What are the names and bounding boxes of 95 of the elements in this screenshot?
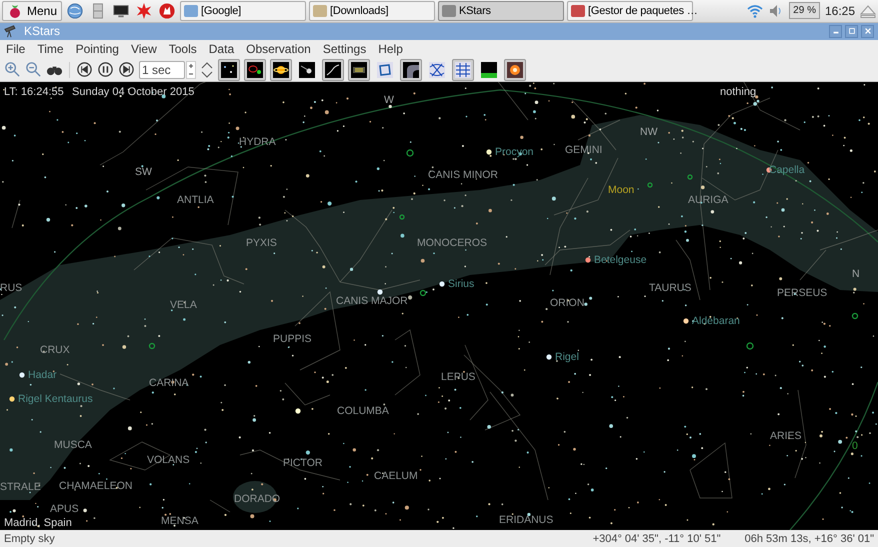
compass-label: N — [852, 268, 860, 280]
equatorial-coordinates: 06h 53m 13s, +16° 36' 01" — [744, 532, 874, 545]
constellation-label: LEPUS — [441, 371, 476, 384]
starburst-icon[interactable] — [136, 2, 152, 19]
constellation-label: MUSCA — [54, 439, 92, 452]
plus-minus-icon[interactable] — [186, 60, 196, 79]
constellation-label: PERSEUS — [777, 287, 828, 300]
constellation-label: DORADO — [234, 493, 280, 506]
horizontal-coordinates: +304° 04' 35", -11° 10' 51" — [592, 532, 721, 545]
planet-label: Moon — [608, 184, 634, 196]
constellation-label: CANIS MINOR — [428, 169, 498, 182]
zoom-in-icon[interactable] — [4, 61, 21, 78]
constellation-label: CARINA — [149, 377, 189, 390]
window-title: KStars — [24, 24, 60, 38]
menu-item[interactable]: Help — [378, 42, 403, 56]
toggle-button[interactable] — [400, 58, 422, 81]
constellation-label: VELA — [170, 299, 197, 312]
star-label: Procyon — [495, 146, 534, 158]
time-step-field[interactable]: 1 sec — [139, 60, 185, 79]
toggle-button[interactable] — [348, 58, 370, 81]
maximize-button[interactable] — [845, 24, 858, 38]
constellation-label: PUPPIS — [273, 333, 312, 346]
constellation-label: ERIDANUS — [499, 514, 554, 526]
star-label: Rigel — [555, 351, 579, 364]
menu-item[interactable]: Tools — [168, 42, 197, 56]
app-icon — [183, 2, 200, 19]
minimize-button[interactable] — [829, 24, 842, 38]
app-icon — [570, 2, 586, 19]
toggle-button[interactable] — [322, 58, 344, 81]
constellation-label: STRALE — [0, 481, 41, 494]
star-label: Rigel Kentaurus — [18, 393, 93, 406]
constellation-label: CHAMAELEON — [59, 480, 133, 492]
pause-icon[interactable] — [97, 61, 114, 78]
local-time: LT: 16:24:55 — [4, 86, 64, 98]
menu-item[interactable]: Settings — [322, 42, 366, 56]
marker-label: 0 — [852, 440, 858, 452]
app-icon — [312, 2, 328, 19]
taskbar-task[interactable]: [Downloads] — [309, 0, 436, 21]
up-down-arrows-icon[interactable] — [200, 60, 214, 79]
date: Sunday 04 October 2015 — [72, 86, 194, 98]
clock[interactable]: 16:25 — [824, 4, 855, 18]
app-icon — [441, 2, 458, 19]
constellation-label: ORION — [550, 297, 584, 310]
menu-item[interactable]: View — [130, 42, 157, 56]
cpu-monitor: 29 % — [789, 2, 820, 20]
compass-label: SW — [135, 166, 152, 178]
compass-label: NW — [640, 126, 658, 138]
maximize-icon — [848, 27, 856, 36]
star-label: Sirius — [448, 278, 474, 290]
monitor-icon[interactable] — [113, 2, 130, 19]
globe-icon[interactable] — [67, 2, 84, 19]
constellation-label: CANIS MAJOR — [336, 295, 408, 308]
telescope-icon — [4, 24, 18, 38]
toggle-button[interactable] — [270, 58, 292, 81]
menu-item[interactable]: File — [6, 42, 26, 56]
constellation-label: VOLANS — [147, 454, 190, 466]
toggle-button[interactable] — [218, 58, 240, 81]
step-forward-icon[interactable] — [118, 61, 135, 78]
compass-label: W — [384, 94, 394, 106]
status-object: Empty sky — [4, 532, 55, 545]
constellation-label: GEMINI — [565, 144, 602, 156]
menu-item[interactable]: Time — [37, 42, 64, 56]
constellation-label: TAURUS — [649, 282, 692, 294]
constellation-label: AURIGA — [688, 194, 728, 206]
menu-item[interactable]: Observation — [246, 42, 311, 56]
constellation-label: ANTLIA — [177, 194, 214, 206]
taskbar-task[interactable]: [Google] — [180, 0, 306, 21]
menu-item[interactable]: Data — [208, 42, 234, 56]
star-label: Betelgeuse — [594, 254, 647, 266]
menu-button[interactable]: Menu — [2, 0, 62, 21]
constellation-label: COLUMBA — [337, 405, 389, 418]
step-back-icon[interactable] — [76, 61, 93, 78]
toggle-button[interactable] — [504, 58, 526, 81]
star-label: Aldebaran — [692, 315, 740, 328]
constellation-label: PICTOR — [283, 457, 322, 470]
constellation-label: ARIES — [770, 430, 802, 442]
menu-item[interactable]: Pointing — [76, 42, 119, 56]
toggle-button[interactable] — [452, 58, 474, 81]
constellation-label: MONOCEROS — [417, 237, 488, 250]
raspberry-icon — [7, 2, 23, 19]
close-icon — [864, 27, 872, 36]
close-button[interactable] — [861, 24, 874, 38]
wifi-icon[interactable] — [747, 2, 764, 19]
constellation-label: CAELUM — [374, 470, 418, 482]
constellation-label: RUS — [0, 282, 22, 294]
constellation-label: CRUX — [40, 344, 70, 356]
focus-object: nothing — [720, 86, 756, 98]
constellation-label: PYXIS — [246, 237, 277, 250]
toggle-button[interactable] — [244, 58, 266, 81]
taskbar-task[interactable]: KStars — [438, 0, 564, 21]
constellation-label: MENSA — [161, 515, 198, 528]
location: Madrid, Spain — [4, 517, 72, 530]
star-label: Hadar — [28, 369, 57, 382]
constellation-label: APUS — [50, 503, 79, 516]
wolf-icon[interactable] — [159, 2, 176, 19]
